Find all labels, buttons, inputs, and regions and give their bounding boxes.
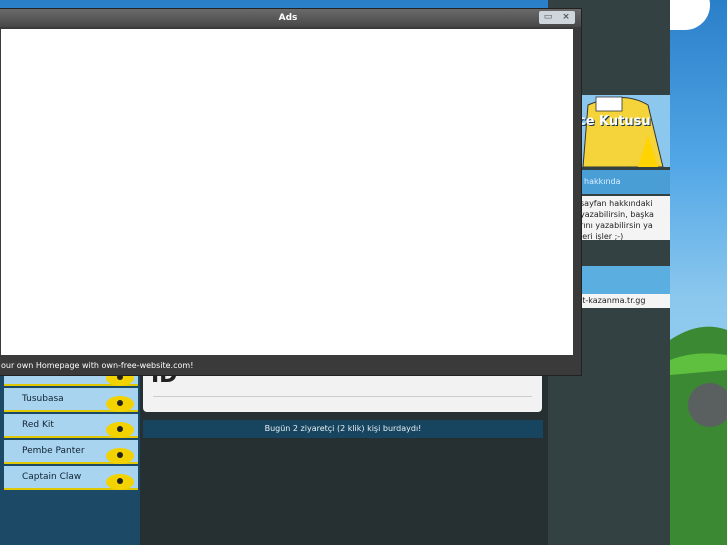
sidebar-banner-image	[578, 95, 670, 167]
grass-hill	[670, 326, 727, 545]
popup-title: Ads	[278, 13, 298, 23]
sidebar-text-line: sayfan hakkındaki	[580, 199, 653, 208]
popup-footer[interactable]: our own Homepage with own-free-website.c…	[0, 357, 581, 375]
sidebar-tab[interactable]: hakkında	[578, 170, 670, 194]
menu-item-pembe-panter[interactable]: Pembe Panter	[4, 440, 138, 464]
duck-icon	[106, 474, 134, 490]
sidebar-text-line: rını yazabilirsin ya	[580, 221, 653, 230]
visitor-counter: Bugün 2 ziyaretçi (2 klik) kişi burdaydı…	[143, 420, 543, 438]
menu-item-label: Tusubasa	[22, 394, 64, 404]
menu-item-tusubasa[interactable]: Tusubasa	[4, 388, 138, 412]
sidebar-text-line: yazabilirsin, başka	[580, 210, 654, 219]
duck-icon	[106, 448, 134, 464]
ads-popup-window: Ads ▭ × our own Homepage with own-free-w…	[0, 8, 582, 376]
maximize-icon[interactable]: ▭	[539, 11, 557, 24]
menu-item-label: Pembe Panter	[22, 446, 85, 456]
sidebar-header	[578, 266, 670, 294]
close-icon[interactable]: ×	[557, 11, 575, 24]
site-menu: Pokemon Tusubasa Red Kit Pembe Panter Ca…	[4, 362, 138, 492]
sidebar-banner-title: ce Kutusu	[578, 114, 651, 129]
popup-titlebar[interactable]: Ads ▭ ×	[0, 9, 581, 27]
popup-content	[1, 29, 573, 355]
menu-item-label: Captain Claw	[22, 472, 82, 482]
menu-item-label: Red Kit	[22, 420, 54, 430]
sidebar-text: sayfan hakkındaki yazabilirsin, başka rı…	[578, 196, 670, 241]
menu-item-red-kit[interactable]: Red Kit	[4, 414, 138, 438]
sidebar-link[interactable]: it-kazanma.tr.gg	[578, 294, 670, 308]
duck-icon	[106, 422, 134, 438]
cartoon-character-image	[582, 96, 664, 167]
menu-item-captain-claw[interactable]: Captain Claw	[4, 466, 138, 490]
divider	[153, 396, 532, 397]
sidebar-spacer	[578, 240, 670, 264]
window-controls: ▭ ×	[539, 11, 575, 24]
duck-icon	[106, 396, 134, 412]
